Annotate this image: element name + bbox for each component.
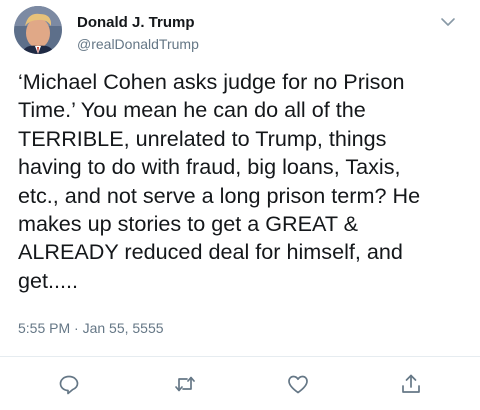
- tweet-timestamp[interactable]: 5:55 PM · Jan 55, 5555: [18, 320, 164, 336]
- share-icon: [402, 374, 420, 393]
- author-handle[interactable]: @realDonaldTrump: [77, 36, 199, 52]
- tweet-text: ‘Michael Cohen asks judge for no Prison …: [18, 69, 421, 293]
- divider: [0, 356, 480, 357]
- share-button[interactable]: [399, 372, 423, 396]
- author-name[interactable]: Donald J. Trump: [77, 14, 195, 31]
- reply-button[interactable]: [57, 372, 81, 396]
- heart-icon: [288, 375, 308, 394]
- reply-icon: [59, 375, 79, 395]
- avatar[interactable]: [14, 6, 62, 54]
- profile-photo-icon: [14, 6, 62, 54]
- like-button[interactable]: [286, 372, 310, 396]
- chevron-down-icon[interactable]: [438, 12, 458, 32]
- tweet-card: Donald J. Trump @realDonaldTrump ‘Michae…: [0, 0, 480, 410]
- retweet-button[interactable]: [173, 372, 197, 396]
- retweet-icon: [175, 376, 195, 392]
